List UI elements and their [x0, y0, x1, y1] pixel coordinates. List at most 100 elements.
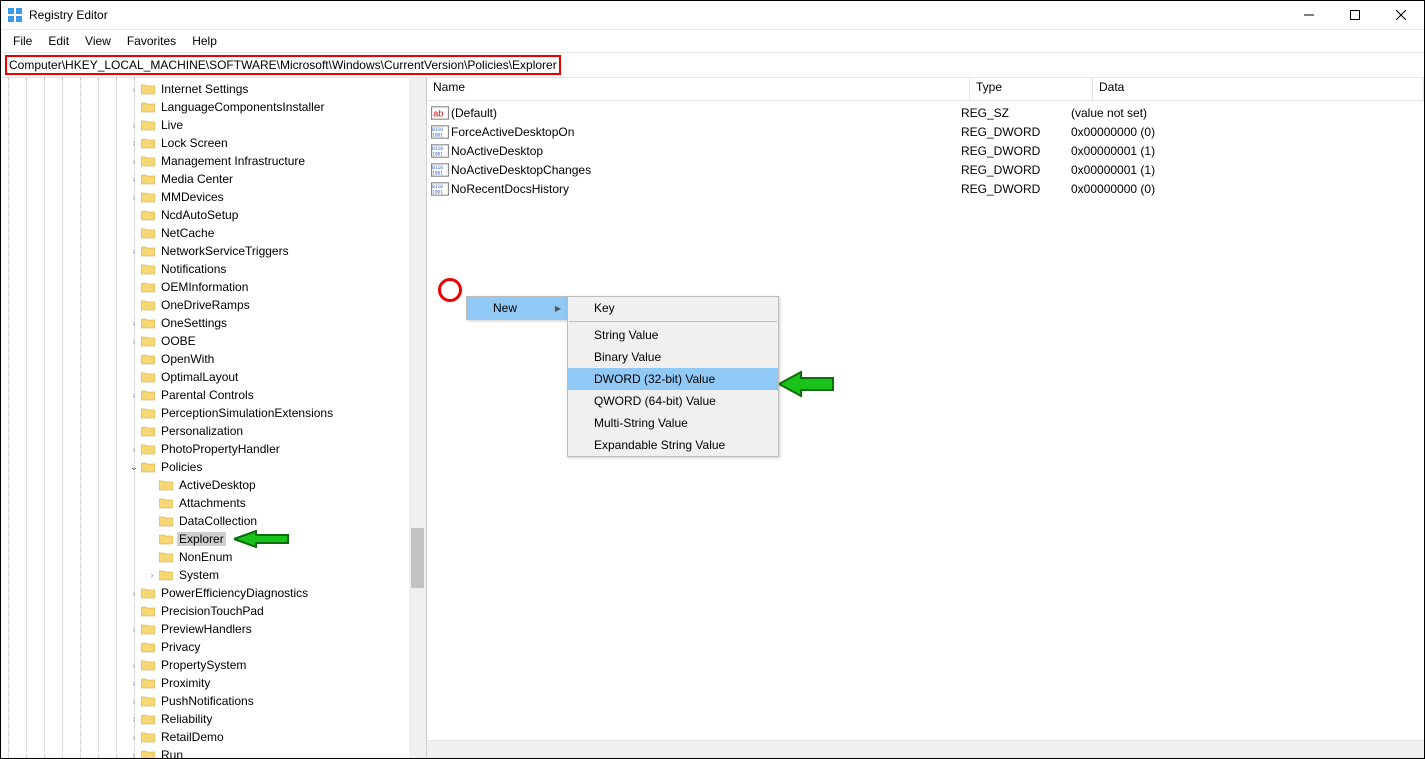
tree-item[interactable]: OpenWith: [1, 350, 426, 368]
col-name[interactable]: Name: [427, 78, 970, 100]
tree-item[interactable]: ›Management Infrastructure: [1, 152, 426, 170]
tree-item[interactable]: ›NetworkServiceTriggers: [1, 242, 426, 260]
col-data[interactable]: Data: [1093, 78, 1424, 100]
expand-icon[interactable]: ›: [127, 336, 141, 346]
close-button[interactable]: [1378, 1, 1424, 29]
expand-icon[interactable]: ›: [127, 750, 141, 758]
tree-item[interactable]: NcdAutoSetup: [1, 206, 426, 224]
menu-view[interactable]: View: [77, 32, 119, 50]
tree-item[interactable]: ActiveDesktop: [1, 476, 426, 494]
annotation-arrow-explorer: [234, 530, 290, 548]
col-type[interactable]: Type: [970, 78, 1093, 100]
expand-icon[interactable]: ›: [127, 84, 141, 94]
folder-icon: [141, 100, 157, 114]
tree-pane[interactable]: ›Internet SettingsLanguageComponentsInst…: [1, 78, 427, 758]
expand-icon[interactable]: ›: [127, 120, 141, 130]
tree-item[interactable]: ›PowerEfficiencyDiagnostics: [1, 584, 426, 602]
tree-label: Explorer: [177, 532, 226, 546]
tree-item[interactable]: OEMInformation: [1, 278, 426, 296]
menu-help[interactable]: Help: [184, 32, 225, 50]
expand-icon[interactable]: ›: [127, 732, 141, 742]
tree-item[interactable]: ›Run: [1, 746, 426, 758]
value-type: REG_DWORD: [961, 163, 1071, 177]
expand-icon[interactable]: ›: [127, 156, 141, 166]
tree-item[interactable]: ›Media Center: [1, 170, 426, 188]
menu-edit[interactable]: Edit: [40, 32, 77, 50]
tree-item[interactable]: DataCollection: [1, 512, 426, 530]
expand-icon[interactable]: ⌄: [127, 462, 141, 473]
tree-item[interactable]: ›PreviewHandlers: [1, 620, 426, 638]
tree-item[interactable]: ›Internet Settings: [1, 80, 426, 98]
expand-icon[interactable]: ›: [127, 588, 141, 598]
tree-item[interactable]: PerceptionSimulationExtensions: [1, 404, 426, 422]
tree-label: OpenWith: [159, 352, 216, 366]
tree-item[interactable]: ›PushNotifications: [1, 692, 426, 710]
value-row[interactable]: 01101001NoActiveDesktopChangesREG_DWORD0…: [429, 160, 1422, 179]
tree-item[interactable]: ›Live: [1, 116, 426, 134]
tree-item[interactable]: ›OOBE: [1, 332, 426, 350]
tree-item[interactable]: ›PropertySystem: [1, 656, 426, 674]
menu-favorites[interactable]: Favorites: [119, 32, 184, 50]
tree-item[interactable]: Personalization: [1, 422, 426, 440]
expand-icon[interactable]: ›: [127, 192, 141, 202]
expand-icon[interactable]: ›: [127, 444, 141, 454]
app-icon: [7, 7, 23, 23]
folder-icon: [159, 550, 175, 564]
maximize-button[interactable]: [1332, 1, 1378, 29]
context-menu-parent[interactable]: New: [466, 296, 568, 320]
tree-scrollbar-thumb[interactable]: [411, 528, 424, 588]
value-row[interactable]: 01101001NoRecentDocsHistoryREG_DWORD0x00…: [429, 179, 1422, 198]
tree-item[interactable]: ⌄Policies: [1, 458, 426, 476]
tree-item[interactable]: OneDriveRamps: [1, 296, 426, 314]
ctx-item[interactable]: Multi-String Value: [568, 412, 778, 434]
expand-icon[interactable]: ›: [127, 624, 141, 634]
expand-icon[interactable]: ›: [127, 246, 141, 256]
folder-icon: [141, 280, 157, 294]
expand-icon[interactable]: ›: [127, 696, 141, 706]
tree-scrollbar[interactable]: [409, 78, 426, 758]
tree-item[interactable]: PrecisionTouchPad: [1, 602, 426, 620]
tree-item[interactable]: ›MMDevices: [1, 188, 426, 206]
tree-item[interactable]: NonEnum: [1, 548, 426, 566]
tree-item[interactable]: ›PhotoPropertyHandler: [1, 440, 426, 458]
expand-icon[interactable]: ›: [127, 318, 141, 328]
tree-item[interactable]: ›System: [1, 566, 426, 584]
tree-item[interactable]: ›Lock Screen: [1, 134, 426, 152]
value-row[interactable]: 01101001NoActiveDesktopREG_DWORD0x000000…: [429, 141, 1422, 160]
tree-item[interactable]: ›Parental Controls: [1, 386, 426, 404]
tree-item[interactable]: NetCache: [1, 224, 426, 242]
ctx-item[interactable]: Key: [568, 297, 778, 319]
expand-icon[interactable]: ›: [127, 678, 141, 688]
expand-icon[interactable]: ›: [145, 570, 159, 580]
ctx-item[interactable]: DWORD (32-bit) Value: [568, 368, 778, 390]
ctx-item[interactable]: String Value: [568, 324, 778, 346]
list-scrollbar-h[interactable]: [427, 740, 1424, 758]
folder-icon: [141, 82, 157, 96]
tree-item[interactable]: LanguageComponentsInstaller: [1, 98, 426, 116]
tree-item[interactable]: Attachments: [1, 494, 426, 512]
value-row[interactable]: ab(Default)REG_SZ(value not set): [429, 103, 1422, 122]
value-row[interactable]: 01101001ForceActiveDesktopOnREG_DWORD0x0…: [429, 122, 1422, 141]
ctx-item[interactable]: Expandable String Value: [568, 434, 778, 456]
expand-icon[interactable]: ›: [127, 390, 141, 400]
tree-item[interactable]: Notifications: [1, 260, 426, 278]
expand-icon[interactable]: ›: [127, 714, 141, 724]
folder-icon: [141, 424, 157, 438]
expand-icon[interactable]: ›: [127, 660, 141, 670]
menu-file[interactable]: File: [5, 32, 40, 50]
tree-item[interactable]: ›OneSettings: [1, 314, 426, 332]
ctx-new[interactable]: New: [467, 297, 567, 319]
tree-item[interactable]: Privacy: [1, 638, 426, 656]
tree-item[interactable]: ›RetailDemo: [1, 728, 426, 746]
context-menu-new[interactable]: Key String ValueBinary ValueDWORD (32-bit…: [567, 296, 779, 457]
tree-item[interactable]: OptimalLayout: [1, 368, 426, 386]
minimize-button[interactable]: [1286, 1, 1332, 29]
expand-icon[interactable]: ›: [127, 174, 141, 184]
ctx-item[interactable]: Binary Value: [568, 346, 778, 368]
expand-icon[interactable]: ›: [127, 138, 141, 148]
tree-item[interactable]: Explorer: [1, 530, 426, 548]
tree-item[interactable]: ›Reliability: [1, 710, 426, 728]
tree-item[interactable]: ›Proximity: [1, 674, 426, 692]
ctx-item[interactable]: QWORD (64-bit) Value: [568, 390, 778, 412]
address-path[interactable]: Computer\HKEY_LOCAL_MACHINE\SOFTWARE\Mic…: [5, 55, 561, 75]
